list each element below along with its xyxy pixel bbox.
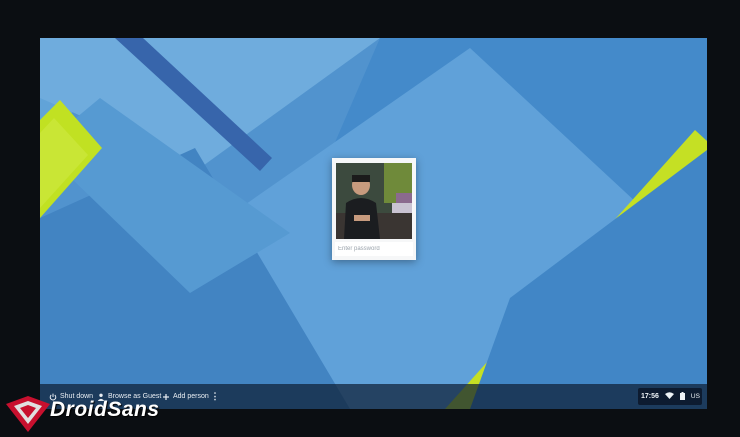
add-person-label: Add person <box>173 393 209 400</box>
clock-time: 17:56 <box>641 393 659 400</box>
user-pod[interactable] <box>332 158 416 260</box>
more-options-button[interactable]: ⋮ <box>210 384 220 409</box>
password-input[interactable] <box>335 242 413 256</box>
more-vert-icon: ⋮ <box>210 391 220 401</box>
watermark-text: DroidSans <box>50 398 160 421</box>
add-person-button[interactable]: Add person <box>162 384 209 409</box>
battery-icon <box>679 391 685 402</box>
status-tray[interactable]: 17:56 US <box>638 388 702 405</box>
plus-icon <box>162 393 170 401</box>
user-avatar[interactable] <box>336 163 412 239</box>
keyboard-layout-indicator: US <box>690 393 700 400</box>
chromeos-login-screen: Shut down Browse as Guest Add person ⋮ 1… <box>40 38 707 409</box>
wifi-icon <box>664 392 674 401</box>
